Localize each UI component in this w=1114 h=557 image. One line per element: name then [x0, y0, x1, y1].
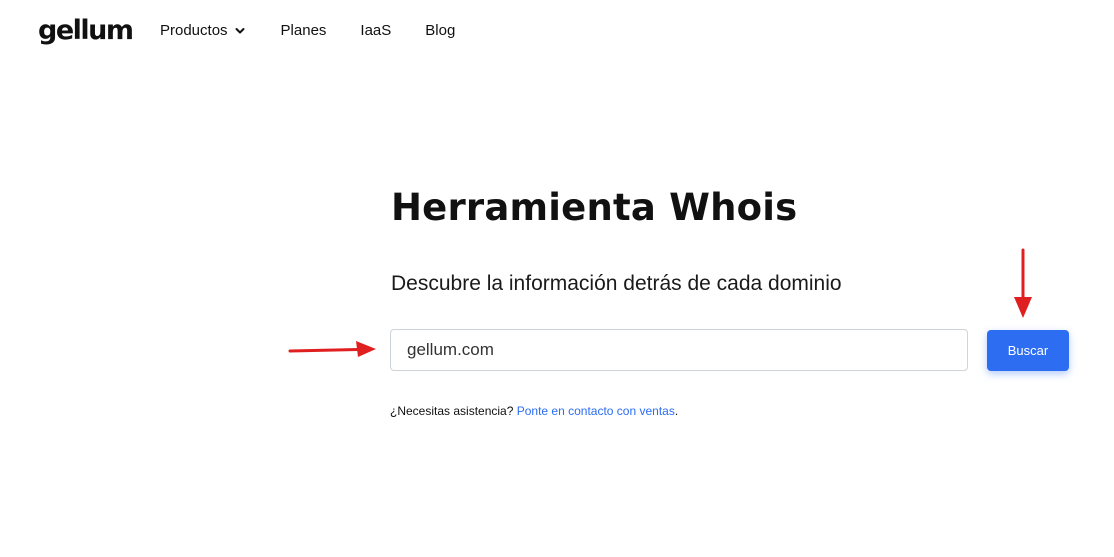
domain-search-input[interactable] — [390, 329, 968, 371]
page-subtitle: Descubre la información detrás de cada d… — [391, 272, 842, 295]
help-line: ¿Necesitas asistencia? Ponte en contacto… — [390, 403, 678, 419]
nav-item-iaas[interactable]: IaaS — [360, 20, 391, 42]
chevron-down-icon — [235, 28, 245, 34]
help-prefix: ¿Necesitas asistencia? — [390, 404, 514, 418]
nav-item-planes[interactable]: Planes — [281, 20, 327, 42]
contact-sales-link[interactable]: Ponte en contacto con ventas — [517, 404, 675, 418]
page: gellum Productos Planes IaaS Blog Herram… — [0, 0, 1114, 557]
arrow-down-icon — [1014, 248, 1032, 318]
nav-item-productos-label: Productos — [160, 22, 228, 39]
nav-item-iaas-label: IaaS — [360, 22, 392, 39]
arrow-right-icon — [288, 341, 376, 357]
nav-item-productos[interactable]: Productos — [160, 20, 245, 42]
help-suffix: . — [674, 404, 679, 418]
logo[interactable]: gellum — [38, 14, 134, 48]
nav-item-planes-label: Planes — [280, 22, 327, 39]
page-title: Herramienta Whois — [391, 186, 798, 229]
nav-item-blog-label: Blog — [425, 22, 456, 39]
search-button[interactable]: Buscar — [987, 330, 1069, 371]
nav-item-blog[interactable]: Blog — [425, 20, 455, 42]
main-nav: Productos Planes IaaS Blog — [160, 20, 455, 42]
